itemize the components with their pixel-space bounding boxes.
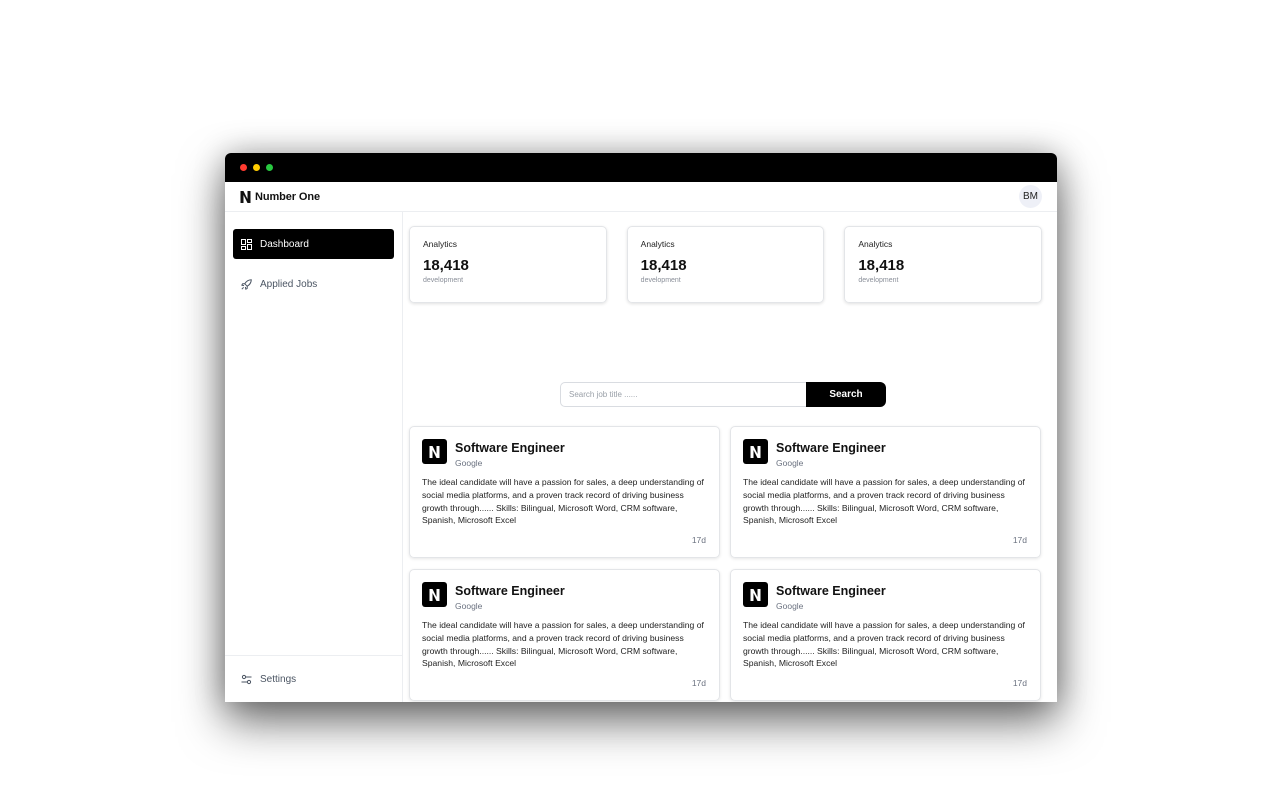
settings-label: Settings <box>260 673 297 685</box>
stat-card: Analytics 18,418 development <box>626 226 825 303</box>
job-company: Google <box>776 601 804 611</box>
job-posted-age: 17d <box>1012 535 1027 545</box>
job-company: Google <box>455 458 483 468</box>
job-search-bar: Search <box>560 382 886 407</box>
user-avatar[interactable]: BM <box>1019 185 1042 208</box>
job-description: The ideal candidate will have a passion … <box>422 620 704 669</box>
job-card[interactable]: Software Engineer Google The ideal candi… <box>409 569 720 701</box>
stat-label: Analytics <box>640 239 675 249</box>
job-description: The ideal candidate will have a passion … <box>743 620 1025 669</box>
rocket-icon <box>241 278 252 290</box>
brand-name: Number One <box>255 190 321 203</box>
stat-card: Analytics 18,418 development <box>844 226 1043 303</box>
job-title: Software Engineer <box>455 441 565 455</box>
stat-subtext: development <box>640 277 681 284</box>
company-logo-icon <box>422 439 447 464</box>
brand-logo-link[interactable]: Number One <box>239 190 320 204</box>
job-title: Software Engineer <box>776 584 886 598</box>
job-list: Software Engineer Google The ideal candi… <box>409 426 1041 701</box>
sidebar-item-applied-jobs[interactable]: Applied Jobs <box>233 269 394 299</box>
company-logo-icon <box>422 582 447 607</box>
stat-subtext: development <box>423 277 464 284</box>
main-content: Analytics 18,418 development Analytics 1… <box>403 212 1057 702</box>
company-logo-icon <box>743 582 768 607</box>
job-card[interactable]: Software Engineer Google The ideal candi… <box>409 426 720 558</box>
job-company: Google <box>455 601 483 611</box>
close-window-button[interactable] <box>240 164 247 171</box>
stat-value: 18,418 <box>423 257 469 274</box>
job-card[interactable]: Software Engineer Google The ideal candi… <box>730 426 1041 558</box>
stats-row: Analytics 18,418 development Analytics 1… <box>409 226 1043 303</box>
minimize-window-button[interactable] <box>253 164 260 171</box>
search-input[interactable] <box>560 382 806 407</box>
window-titlebar <box>225 153 1057 182</box>
sidebar-settings-item[interactable]: Settings <box>225 655 402 702</box>
stat-label: Analytics <box>858 239 893 249</box>
job-posted-age: 17d <box>691 678 706 688</box>
job-title: Software Engineer <box>776 441 886 455</box>
stat-card: Analytics 18,418 development <box>409 226 607 303</box>
maximize-window-button[interactable] <box>266 164 273 171</box>
stat-subtext: development <box>858 277 899 284</box>
job-title: Software Engineer <box>455 584 565 598</box>
job-description: The ideal candidate will have a passion … <box>743 477 1025 526</box>
settings-sliders-icon <box>241 674 252 684</box>
sidebar-item-label: Dashboard <box>260 238 309 250</box>
stat-value: 18,418 <box>640 257 687 274</box>
sidebar-item-label: Applied Jobs <box>260 278 318 290</box>
job-card[interactable]: Software Engineer Google The ideal candi… <box>730 569 1041 701</box>
stat-label: Analytics <box>423 239 458 249</box>
top-navbar: Number One BM <box>225 182 1057 212</box>
sidebar-item-dashboard[interactable]: Dashboard <box>233 229 394 259</box>
job-posted-age: 17d <box>1012 678 1027 688</box>
dashboard-grid-icon <box>241 238 252 250</box>
job-description: The ideal candidate will have a passion … <box>422 477 704 526</box>
search-button[interactable]: Search <box>806 382 886 407</box>
app-window: Number One BM Dashboard Applied Jobs Set… <box>225 153 1057 702</box>
sidebar: Dashboard Applied Jobs Settings <box>225 212 403 702</box>
job-company: Google <box>776 458 804 468</box>
job-posted-age: 17d <box>691 535 706 545</box>
brand-logo-icon <box>240 190 251 203</box>
company-logo-icon <box>743 439 768 464</box>
stat-value: 18,418 <box>858 257 905 274</box>
